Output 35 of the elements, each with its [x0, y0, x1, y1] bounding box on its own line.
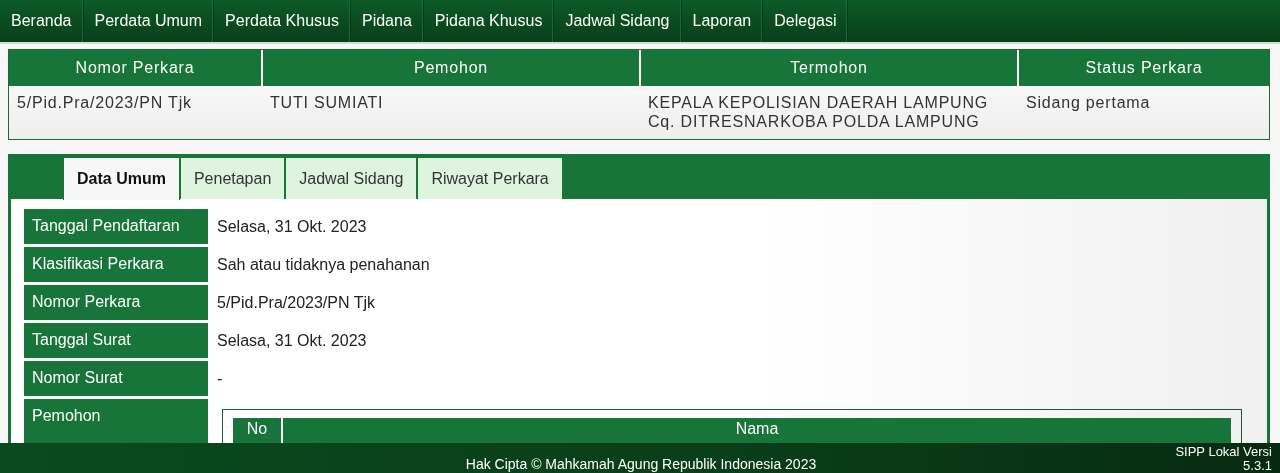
tab[interactable]: Data Umum [63, 157, 180, 200]
column-header: Nomor Perkara [9, 50, 262, 86]
field-label: Nomor Perkara [24, 285, 208, 320]
field-label: Tanggal Surat [24, 323, 208, 358]
table-cell: 5/Pid.Pra/2023/PN Tjk [9, 86, 262, 139]
nav-item[interactable]: Perdata Umum [83, 0, 215, 42]
column-header: No [233, 418, 282, 443]
field-label: Nomor Surat [24, 361, 208, 396]
table-cell: Sidang pertama [1018, 86, 1269, 139]
copyright-text: Hak Cipta © Mahkamah Agung Republik Indonesia 2023 [464, 456, 818, 473]
column-header: Nama [282, 418, 1231, 443]
column-header: Status Perkara [1018, 50, 1269, 86]
nav-item[interactable]: Pidana Khusus [423, 0, 555, 42]
nav-item[interactable]: Laporan [681, 0, 764, 42]
tab[interactable]: Penetapan [179, 157, 286, 199]
nav-item[interactable]: Delegasi [763, 0, 849, 42]
table-cell: TUTI SUMIATI [262, 86, 640, 139]
tab[interactable]: Riwayat Perkara [417, 157, 563, 199]
nav-item[interactable]: Jadwal Sidang [554, 0, 682, 42]
nav-item[interactable]: Perdata Khusus [214, 0, 351, 42]
field-value: Sah atau tidaknya penahanan [216, 255, 431, 275]
nav-item[interactable]: Beranda [0, 0, 84, 42]
field-value: - [216, 369, 224, 389]
field-label: Klasifikasi Perkara [24, 247, 208, 282]
field-value: Selasa, 31 Okt. 2023 [216, 331, 368, 351]
field-label: Tanggal Pendaftaran [24, 209, 208, 244]
field-value: Selasa, 31 Okt. 2023 [216, 217, 368, 237]
table-cell: KEPALA KEPOLISIAN DAERAH LAMPUNG Cq. DITRESNARKOBA POLDA LAMPUNG [640, 86, 1018, 139]
column-header: Pemohon [262, 50, 640, 86]
version-text: SIPP Lokal Versi 5.3.1 [1174, 445, 1273, 473]
column-header: Termohon [640, 50, 1018, 86]
field-label: Pemohon [24, 399, 208, 443]
field-value: 5/Pid.Pra/2023/PN Tjk [216, 293, 376, 313]
nav-item[interactable]: Pidana [350, 0, 424, 42]
tab[interactable]: Jadwal Sidang [285, 157, 418, 199]
